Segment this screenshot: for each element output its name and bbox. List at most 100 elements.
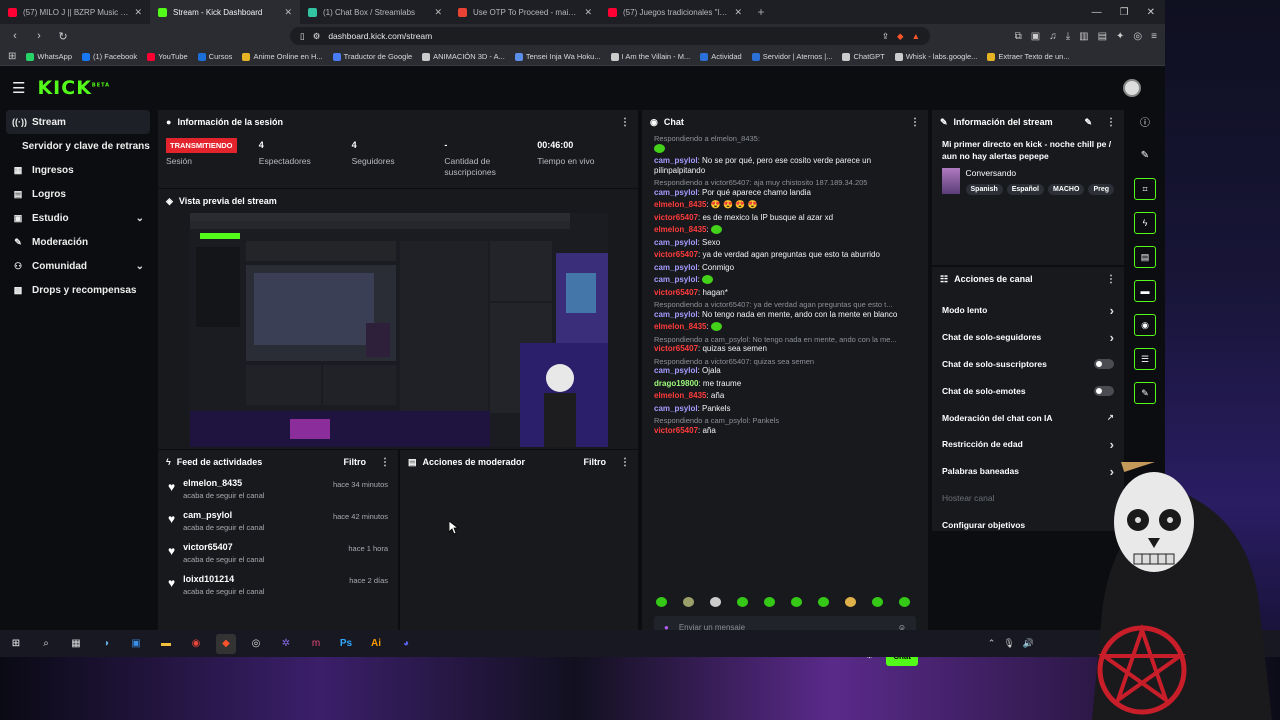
search-icon[interactable]: ⌕ — [36, 634, 56, 654]
bookmark-item[interactable]: Servidor | Aternos |... — [751, 52, 832, 61]
emote-button[interactable] — [791, 597, 802, 607]
kebab-menu-icon[interactable]: ⋮ — [380, 457, 390, 468]
emote-button[interactable] — [710, 597, 721, 607]
share-icon[interactable]: ⇪ — [882, 31, 889, 42]
sidebar-item[interactable]: ((·)) Stream — [6, 110, 150, 134]
obs-icon[interactable]: ◎ — [246, 634, 266, 654]
volume-icon[interactable]: 🔊 — [1023, 638, 1034, 649]
file-explorer-icon[interactable]: ▬ — [156, 634, 176, 654]
chat-username[interactable]: cam_psylol — [654, 310, 698, 319]
sidebar-item[interactable]: ⚇ Comunidad ⌄ — [6, 254, 150, 278]
tab-close-icon[interactable]: ✕ — [134, 7, 142, 18]
leo-icon[interactable]: ✦ — [1116, 31, 1124, 42]
download-icon[interactable]: ⤓ — [1066, 31, 1070, 42]
minimize-icon[interactable]: — — [1092, 7, 1102, 18]
mod-filter-button[interactable]: Filtro — [584, 457, 607, 467]
emote-button[interactable] — [656, 597, 667, 607]
sidebar-item[interactable]: ▩ Drops y recompensas — [6, 278, 150, 302]
store-icon[interactable]: ▣ — [126, 634, 146, 654]
emote-button[interactable] — [872, 597, 883, 607]
sidebar-item[interactable]: ▤ Logros — [6, 182, 150, 206]
sidebar-item[interactable]: ✎ Moderación — [6, 230, 150, 254]
wrench-icon[interactable]: ✎ — [1134, 382, 1156, 404]
bookmark-item[interactable]: Tensei Inja Wa Hoku... — [514, 52, 601, 61]
chat-username[interactable]: elmelon_8435 — [654, 200, 706, 209]
chevron-right-icon[interactable]: › — [1110, 303, 1114, 318]
clip-icon[interactable]: ⌗ — [1134, 178, 1156, 200]
bookmark-item[interactable]: (1) Facebook — [82, 52, 137, 61]
chat-username[interactable]: cam_psylol — [654, 238, 698, 247]
chat-username[interactable]: victor65407 — [654, 213, 698, 222]
chat-icon[interactable]: ▬ — [1134, 280, 1156, 302]
chat-username[interactable]: elmelon_8435 — [654, 225, 706, 234]
bookmark-item[interactable]: Actividad — [700, 52, 742, 61]
extensions-icon[interactable]: ⧉ — [1015, 31, 1022, 42]
bookmark-item[interactable]: WhatsApp — [26, 52, 72, 61]
chat-message-list[interactable]: Respondiendo a elmelon_8435: cam_psylol:… — [642, 134, 928, 594]
stream-tag[interactable]: MACHO — [1047, 184, 1085, 195]
bookmark-item[interactable]: ANIMACIÓN 3D - A... — [422, 52, 505, 61]
photoshop-icon[interactable]: Ps — [336, 634, 356, 654]
channel-action-item[interactable]: Chat de solo-suscriptores — [932, 351, 1124, 378]
channel-action-item[interactable]: Moderación del chat con IA ↗ — [932, 404, 1124, 431]
tab-close-icon[interactable]: ✕ — [734, 7, 742, 18]
wallet-icon[interactable]: ▤ — [1098, 31, 1107, 42]
toggle-switch[interactable] — [1094, 385, 1114, 396]
lightning-icon[interactable]: ϟ — [1134, 212, 1156, 234]
vpn-icon[interactable]: ◎ — [1133, 31, 1142, 42]
chat-username[interactable]: victor65407 — [654, 250, 698, 259]
channel-action-item[interactable]: Restricción de edad › — [932, 431, 1124, 458]
stream-tag[interactable]: Español — [1006, 184, 1044, 195]
user-avatar[interactable] — [1123, 79, 1141, 97]
copilot-icon[interactable]: ◑ — [96, 634, 116, 654]
notes-icon[interactable]: ▤ — [1134, 246, 1156, 268]
forward-icon[interactable]: › — [32, 30, 46, 42]
emote-button[interactable] — [683, 597, 694, 607]
app-icon[interactable]: m — [306, 634, 326, 654]
emote-button[interactable] — [899, 597, 910, 607]
chat-username[interactable]: victor65407 — [654, 288, 698, 297]
toggle-switch[interactable] — [1094, 358, 1114, 369]
illustrator-icon[interactable]: Ai — [366, 634, 386, 654]
back-icon[interactable]: ‹ — [8, 30, 22, 42]
kebab-menu-icon[interactable]: ⋮ — [910, 117, 920, 128]
sidebar-toggle-icon[interactable]: ▥ — [1079, 31, 1088, 42]
sidebar-item[interactable]: Servidor y clave de retransmisión — [6, 134, 156, 158]
tray-chevron-icon[interactable]: ⌃ — [988, 638, 996, 649]
chat-username[interactable]: victor65407 — [654, 426, 698, 435]
chat-username[interactable]: drago19800 — [654, 379, 698, 388]
chart-icon[interactable]: ↗ — [1107, 412, 1114, 423]
chat-username[interactable]: cam_psylol — [654, 263, 698, 272]
stream-tag[interactable]: Spanish — [965, 184, 1003, 195]
follower-name[interactable]: cam_psylol — [183, 510, 264, 520]
chat-username[interactable]: victor65407 — [654, 344, 698, 353]
pencil-icon[interactable]: ✎ — [1134, 144, 1156, 166]
chat-username[interactable]: cam_psylol — [654, 275, 698, 284]
hamburger-menu-icon[interactable]: ☰ — [12, 79, 25, 97]
broadcast-icon[interactable]: ◉ — [1134, 314, 1156, 336]
channel-action-item[interactable]: Modo lento › — [932, 297, 1124, 324]
sidebar-item[interactable]: ▣ Estudio ⌄ — [6, 206, 150, 230]
browser-tab[interactable]: Stream - Kick Dashboard ✕ — [150, 0, 300, 24]
bookmark-item[interactable]: I Am the Villain - M... — [610, 52, 690, 61]
brave-icon[interactable]: ◆ — [216, 633, 236, 654]
new-tab-button[interactable]: + — [750, 0, 772, 24]
bookmark-icon[interactable]: ▯ — [300, 31, 305, 42]
app-icon[interactable]: ✲ — [276, 634, 296, 654]
brave-rewards-icon[interactable]: ▲ — [912, 31, 920, 41]
chat-username[interactable]: cam_psylol — [654, 156, 698, 165]
emote-button[interactable] — [845, 597, 856, 607]
chat-username[interactable]: elmelon_8435 — [654, 322, 706, 331]
chevron-down-icon[interactable]: ⌄ — [136, 213, 144, 224]
kebab-menu-icon[interactable]: ⋮ — [620, 117, 630, 128]
kebab-menu-icon[interactable]: ⋮ — [1106, 274, 1116, 285]
kebab-menu-icon[interactable]: ⋮ — [1106, 117, 1116, 128]
chevron-right-icon[interactable]: › — [1110, 330, 1114, 345]
media-icon[interactable]: ♫ — [1049, 31, 1057, 42]
emote-button[interactable] — [764, 597, 775, 607]
info-icon[interactable]: ⓘ — [1134, 110, 1156, 132]
channel-action-item[interactable]: Chat de solo-seguidores › — [932, 324, 1124, 351]
tab-close-icon[interactable]: ✕ — [434, 7, 442, 18]
sidebar-item[interactable]: ▦ Ingresos — [6, 158, 150, 182]
chat-username[interactable]: cam_psylol — [654, 188, 698, 197]
